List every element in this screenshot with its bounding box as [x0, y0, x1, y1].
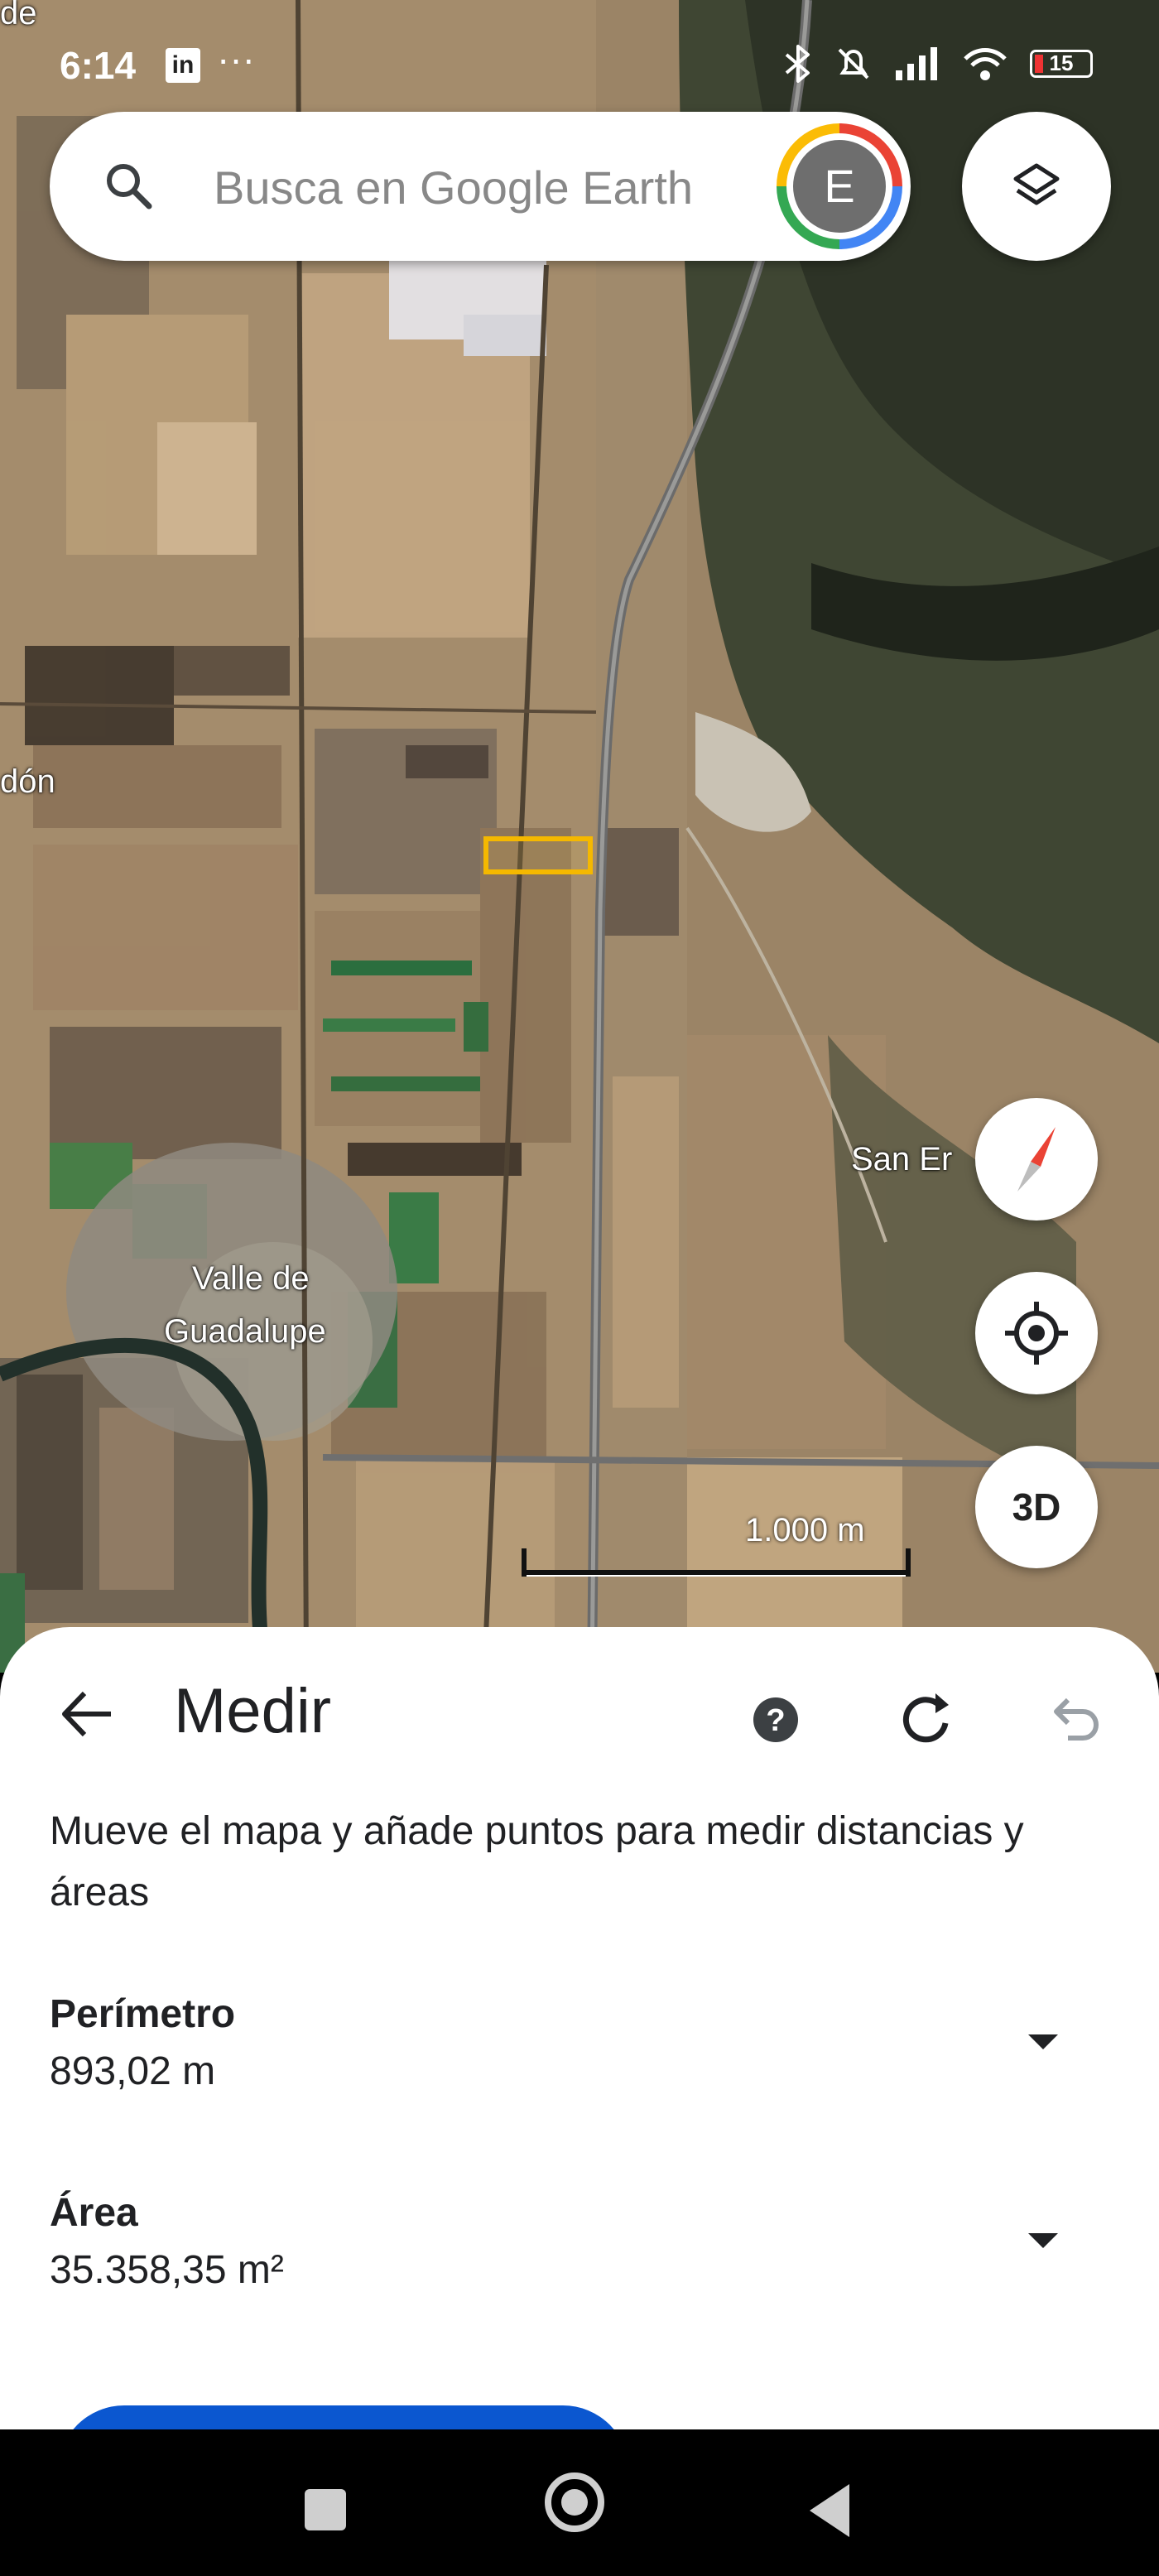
help-icon[interactable]: ?	[753, 1697, 798, 1742]
panel-title: Medir	[174, 1676, 332, 1746]
back-arrow-icon[interactable]	[58, 1685, 116, 1743]
perimeter-value: 893,02 m	[50, 2049, 216, 2093]
map-label-left: dón	[0, 763, 55, 800]
layers-button[interactable]	[962, 112, 1111, 261]
linkedin-notification-icon: in	[166, 48, 200, 83]
perimeter-row[interactable]: Perímetro 893,02 m	[50, 1991, 1118, 2094]
area-label: Área	[50, 2191, 138, 2235]
search-icon[interactable]	[101, 158, 157, 214]
battery-level: 15	[1049, 51, 1074, 75]
account-avatar-button[interactable]: E	[777, 123, 902, 249]
my-location-button[interactable]	[975, 1272, 1098, 1394]
signal-icon	[896, 47, 937, 80]
status-time: 6:14	[60, 44, 137, 87]
map-label-top-left: de	[0, 0, 37, 31]
battery-icon: 15	[1030, 50, 1093, 78]
chevron-down-icon[interactable]	[1028, 2233, 1058, 2248]
recents-icon[interactable]	[305, 2489, 346, 2530]
chevron-down-icon[interactable]	[1028, 2034, 1058, 2049]
panel-description: Mueve el mapa y añade puntos para medir …	[50, 1809, 1024, 1914]
compass-icon	[1017, 1127, 1056, 1192]
perimeter-label: Perímetro	[50, 1992, 236, 2036]
map-label-town-1: Valle de	[192, 1260, 310, 1297]
refresh-icon[interactable]	[894, 1687, 957, 1750]
bluetooth-icon	[785, 45, 810, 83]
scale-bar	[522, 1548, 911, 1577]
map-label-town-2: Guadalupe	[164, 1313, 326, 1350]
system-nav-bar	[0, 2429, 1159, 2576]
map-label-east: San Er	[851, 1141, 953, 1177]
more-notifications-icon: ···	[217, 37, 255, 80]
measured-area-polygon	[483, 836, 593, 874]
muted-alarm-icon	[838, 48, 869, 79]
undo-icon[interactable]	[1045, 1688, 1103, 1746]
scale-label: 1.000 m	[745, 1512, 865, 1548]
search-input[interactable]	[212, 145, 795, 229]
avatar-letter: E	[793, 140, 886, 233]
home-icon[interactable]	[545, 2472, 604, 2532]
layers-icon	[1013, 163, 1060, 205]
compass-button[interactable]	[975, 1098, 1098, 1221]
search-bar[interactable]: E	[50, 112, 911, 261]
area-row[interactable]: Área 35.358,35 m²	[50, 2190, 1118, 2293]
3d-toggle-button[interactable]: 3D	[975, 1446, 1098, 1568]
area-value: 35.358,35 m²	[50, 2248, 284, 2292]
status-bar: 6:14 in ··· 15	[0, 33, 1159, 99]
measure-panel: Medir ? Mueve el mapa y añade puntos par…	[0, 1627, 1159, 2455]
my-location-icon	[1005, 1302, 1068, 1365]
back-icon[interactable]	[810, 2484, 849, 2537]
wifi-icon	[964, 48, 1007, 80]
